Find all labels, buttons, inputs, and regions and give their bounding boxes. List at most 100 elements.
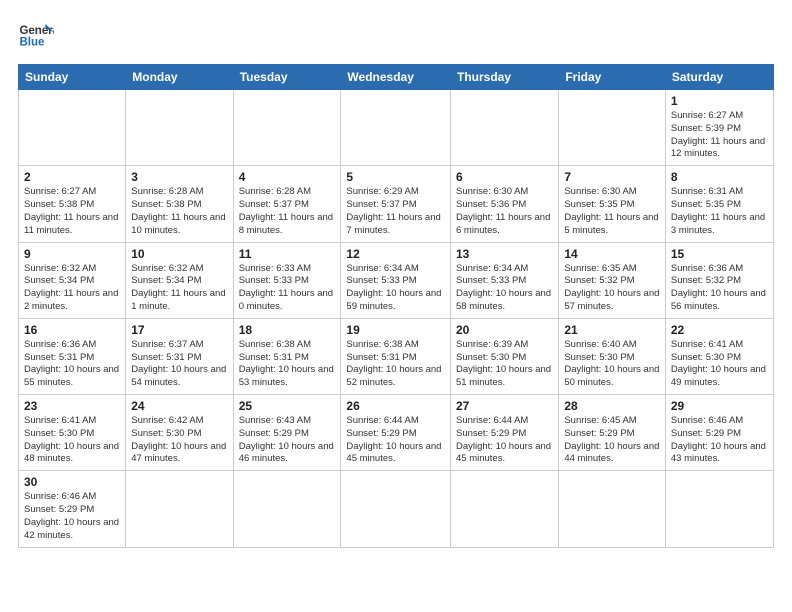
day-number: 28 xyxy=(564,399,660,413)
day-info: Sunrise: 6:42 AM Sunset: 5:30 PM Dayligh… xyxy=(131,415,227,466)
day-header-tuesday: Tuesday xyxy=(233,65,341,90)
day-info: Sunrise: 6:32 AM Sunset: 5:34 PM Dayligh… xyxy=(24,263,120,314)
calendar-week-row: 16Sunrise: 6:36 AM Sunset: 5:31 PM Dayli… xyxy=(19,318,774,394)
calendar-cell: 27 Sunrise: 6:44 AM Sunset: 5:29 PM Dayli… xyxy=(451,395,559,471)
day-number: 22 xyxy=(671,323,768,337)
day-info: Sunrise: 6:34 AM Sunset: 5:33 PM Dayligh… xyxy=(346,263,445,314)
calendar-cell: 18Sunrise: 6:38 AM Sunset: 5:31 PM Dayli… xyxy=(233,318,341,394)
day-header-sunday: Sunday xyxy=(19,65,126,90)
svg-text:Blue: Blue xyxy=(19,36,45,48)
calendar-cell xyxy=(126,471,233,547)
calendar-week-row: 30 Sunrise: 6:46 AM Sunset: 5:29 PM Dayli… xyxy=(19,471,774,547)
day-info: Sunrise: 6:36 AM Sunset: 5:31 PM Dayligh… xyxy=(24,339,120,390)
day-number: 29 xyxy=(671,399,768,413)
calendar-cell xyxy=(451,471,559,547)
day-number: 4 xyxy=(239,170,336,184)
day-info: Sunrise: 6:31 AM Sunset: 5:35 PM Dayligh… xyxy=(671,186,768,237)
day-number: 19 xyxy=(346,323,445,337)
day-number: 21 xyxy=(564,323,660,337)
calendar-cell: 4 Sunrise: 6:28 AM Sunset: 5:37 PM Daylig… xyxy=(233,166,341,242)
calendar-cell xyxy=(559,471,666,547)
day-info: Sunrise: 6:32 AM Sunset: 5:34 PM Dayligh… xyxy=(131,263,227,314)
day-number: 20 xyxy=(456,323,553,337)
calendar-header-row: SundayMondayTuesdayWednesdayThursdayFrid… xyxy=(19,65,774,90)
calendar-cell: 2Sunrise: 6:27 AM Sunset: 5:38 PM Daylig… xyxy=(19,166,126,242)
calendar-week-row: 2Sunrise: 6:27 AM Sunset: 5:38 PM Daylig… xyxy=(19,166,774,242)
calendar-cell: 19 Sunrise: 6:38 AM Sunset: 5:31 PM Dayli… xyxy=(341,318,451,394)
day-number: 26 xyxy=(346,399,445,413)
calendar-cell: 1 Sunrise: 6:27 AM Sunset: 5:39 PM Daylig… xyxy=(665,90,773,166)
day-header-monday: Monday xyxy=(126,65,233,90)
day-info: Sunrise: 6:41 AM Sunset: 5:30 PM Dayligh… xyxy=(24,415,120,466)
calendar-cell: 21 Sunrise: 6:40 AM Sunset: 5:30 PM Dayli… xyxy=(559,318,666,394)
day-header-wednesday: Wednesday xyxy=(341,65,451,90)
day-header-friday: Friday xyxy=(559,65,666,90)
calendar-cell: 17Sunrise: 6:37 AM Sunset: 5:31 PM Dayli… xyxy=(126,318,233,394)
day-number: 30 xyxy=(24,475,120,489)
day-info: Sunrise: 6:46 AM Sunset: 5:29 PM Dayligh… xyxy=(24,491,120,542)
day-number: 10 xyxy=(131,247,227,261)
calendar-cell: 24 Sunrise: 6:42 AM Sunset: 5:30 PM Dayli… xyxy=(126,395,233,471)
calendar-cell xyxy=(665,471,773,547)
day-header-saturday: Saturday xyxy=(665,65,773,90)
calendar-cell: 3Sunrise: 6:28 AM Sunset: 5:38 PM Daylig… xyxy=(126,166,233,242)
calendar-cell: 28 Sunrise: 6:45 AM Sunset: 5:29 PM Dayli… xyxy=(559,395,666,471)
day-info: Sunrise: 6:44 AM Sunset: 5:29 PM Dayligh… xyxy=(456,415,553,466)
day-number: 17 xyxy=(131,323,227,337)
calendar-cell: 25Sunrise: 6:43 AM Sunset: 5:29 PM Dayli… xyxy=(233,395,341,471)
day-info: Sunrise: 6:36 AM Sunset: 5:32 PM Dayligh… xyxy=(671,263,768,314)
day-info: Sunrise: 6:38 AM Sunset: 5:31 PM Dayligh… xyxy=(346,339,445,390)
day-info: Sunrise: 6:45 AM Sunset: 5:29 PM Dayligh… xyxy=(564,415,660,466)
calendar-cell: 15 Sunrise: 6:36 AM Sunset: 5:32 PM Dayli… xyxy=(665,242,773,318)
calendar-cell: 10 Sunrise: 6:32 AM Sunset: 5:34 PM Dayli… xyxy=(126,242,233,318)
calendar-cell: 13 Sunrise: 6:34 AM Sunset: 5:33 PM Dayli… xyxy=(451,242,559,318)
day-info: Sunrise: 6:27 AM Sunset: 5:39 PM Dayligh… xyxy=(671,110,768,161)
calendar-cell xyxy=(559,90,666,166)
calendar-cell: 7Sunrise: 6:30 AM Sunset: 5:35 PM Daylig… xyxy=(559,166,666,242)
day-number: 18 xyxy=(239,323,336,337)
calendar-cell xyxy=(19,90,126,166)
header: General Blue xyxy=(18,18,774,54)
calendar-cell xyxy=(126,90,233,166)
day-number: 23 xyxy=(24,399,120,413)
day-info: Sunrise: 6:46 AM Sunset: 5:29 PM Dayligh… xyxy=(671,415,768,466)
day-info: Sunrise: 6:44 AM Sunset: 5:29 PM Dayligh… xyxy=(346,415,445,466)
day-number: 1 xyxy=(671,94,768,108)
day-info: Sunrise: 6:33 AM Sunset: 5:33 PM Dayligh… xyxy=(239,263,336,314)
day-info: Sunrise: 6:30 AM Sunset: 5:36 PM Dayligh… xyxy=(456,186,553,237)
day-info: Sunrise: 6:30 AM Sunset: 5:35 PM Dayligh… xyxy=(564,186,660,237)
day-number: 27 xyxy=(456,399,553,413)
calendar-cell: 9 Sunrise: 6:32 AM Sunset: 5:34 PM Daylig… xyxy=(19,242,126,318)
calendar-cell: 22Sunrise: 6:41 AM Sunset: 5:30 PM Dayli… xyxy=(665,318,773,394)
day-number: 9 xyxy=(24,247,120,261)
calendar-cell: 6Sunrise: 6:30 AM Sunset: 5:36 PM Daylig… xyxy=(451,166,559,242)
day-number: 2 xyxy=(24,170,120,184)
calendar-cell xyxy=(451,90,559,166)
calendar-cell xyxy=(341,471,451,547)
day-info: Sunrise: 6:40 AM Sunset: 5:30 PM Dayligh… xyxy=(564,339,660,390)
calendar: SundayMondayTuesdayWednesdayThursdayFrid… xyxy=(18,64,774,548)
day-number: 5 xyxy=(346,170,445,184)
day-info: Sunrise: 6:39 AM Sunset: 5:30 PM Dayligh… xyxy=(456,339,553,390)
day-info: Sunrise: 6:28 AM Sunset: 5:37 PM Dayligh… xyxy=(239,186,336,237)
calendar-cell: 11Sunrise: 6:33 AM Sunset: 5:33 PM Dayli… xyxy=(233,242,341,318)
day-info: Sunrise: 6:34 AM Sunset: 5:33 PM Dayligh… xyxy=(456,263,553,314)
day-number: 13 xyxy=(456,247,553,261)
day-info: Sunrise: 6:43 AM Sunset: 5:29 PM Dayligh… xyxy=(239,415,336,466)
logo-icon: General Blue xyxy=(18,18,54,54)
day-info: Sunrise: 6:29 AM Sunset: 5:37 PM Dayligh… xyxy=(346,186,445,237)
calendar-week-row: 9 Sunrise: 6:32 AM Sunset: 5:34 PM Daylig… xyxy=(19,242,774,318)
page: General Blue SundayMondayTuesdayWednesda… xyxy=(0,0,792,612)
day-number: 14 xyxy=(564,247,660,261)
calendar-cell xyxy=(341,90,451,166)
day-number: 8 xyxy=(671,170,768,184)
day-number: 24 xyxy=(131,399,227,413)
calendar-cell: 20 Sunrise: 6:39 AM Sunset: 5:30 PM Dayli… xyxy=(451,318,559,394)
day-info: Sunrise: 6:28 AM Sunset: 5:38 PM Dayligh… xyxy=(131,186,227,237)
day-number: 15 xyxy=(671,247,768,261)
day-header-thursday: Thursday xyxy=(451,65,559,90)
calendar-cell xyxy=(233,90,341,166)
day-info: Sunrise: 6:35 AM Sunset: 5:32 PM Dayligh… xyxy=(564,263,660,314)
calendar-cell: 14 Sunrise: 6:35 AM Sunset: 5:32 PM Dayli… xyxy=(559,242,666,318)
calendar-cell: 12Sunrise: 6:34 AM Sunset: 5:33 PM Dayli… xyxy=(341,242,451,318)
